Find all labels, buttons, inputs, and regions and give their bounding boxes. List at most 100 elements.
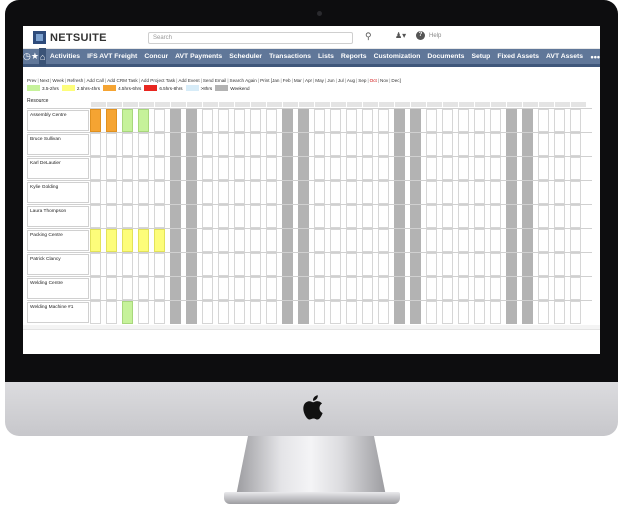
schedule-cell[interactable] — [202, 229, 213, 252]
schedule-cell[interactable] — [154, 205, 165, 228]
schedule-cell[interactable] — [426, 205, 437, 228]
day-header[interactable] — [362, 102, 378, 107]
schedule-cell[interactable] — [90, 133, 101, 156]
schedule-cell[interactable] — [314, 253, 325, 276]
schedule-cell[interactable] — [138, 301, 149, 324]
schedule-cell[interactable] — [362, 181, 373, 204]
schedule-cell[interactable] — [330, 109, 341, 132]
schedule-cell[interactable] — [346, 133, 357, 156]
schedule-cell[interactable] — [298, 109, 309, 132]
schedule-cell[interactable] — [154, 181, 165, 204]
toolbar-link[interactable]: Add Project Task — [141, 78, 175, 83]
schedule-cell[interactable] — [426, 229, 437, 252]
schedule-cell[interactable] — [426, 133, 437, 156]
day-header[interactable] — [538, 102, 554, 107]
schedule-cell[interactable] — [554, 301, 565, 324]
schedule-cell[interactable] — [490, 133, 501, 156]
schedule-cell[interactable] — [426, 253, 437, 276]
schedule-cell[interactable] — [474, 277, 485, 300]
schedule-cell[interactable] — [522, 205, 533, 228]
schedule-cell[interactable] — [570, 229, 581, 252]
nav-item[interactable]: IFS AVT Freight — [84, 53, 141, 60]
schedule-cell[interactable] — [106, 301, 117, 324]
schedule-cell[interactable] — [170, 301, 181, 324]
day-header[interactable] — [154, 102, 170, 107]
toolbar-link[interactable]: Send Email — [203, 78, 227, 83]
schedule-cell[interactable] — [218, 205, 229, 228]
schedule-cell[interactable] — [394, 157, 405, 180]
schedule-cell[interactable] — [410, 229, 421, 252]
day-header[interactable] — [490, 102, 506, 107]
nav-item[interactable]: AVT Payments — [172, 53, 226, 60]
schedule-cell[interactable] — [458, 133, 469, 156]
schedule-cell[interactable] — [458, 181, 469, 204]
schedule-cell[interactable] — [170, 181, 181, 204]
schedule-cell[interactable] — [138, 133, 149, 156]
schedule-cell[interactable] — [234, 181, 245, 204]
schedule-cell[interactable] — [426, 301, 437, 324]
resource-name[interactable]: Patrick Clancy — [27, 254, 89, 275]
day-header[interactable] — [234, 102, 250, 107]
schedule-cell[interactable] — [490, 229, 501, 252]
schedule-cell[interactable] — [282, 181, 293, 204]
schedule-cell[interactable] — [410, 205, 421, 228]
month-link[interactable]: Nov — [380, 78, 388, 83]
search-input[interactable]: Search — [148, 32, 353, 44]
schedule-cell[interactable] — [378, 133, 389, 156]
schedule-cell[interactable] — [282, 205, 293, 228]
schedule-cell[interactable] — [314, 133, 325, 156]
schedule-cell[interactable] — [266, 109, 277, 132]
schedule-cell[interactable] — [554, 109, 565, 132]
schedule-cell[interactable] — [394, 133, 405, 156]
month-link[interactable]: Mar — [294, 78, 302, 83]
schedule-cell[interactable] — [458, 301, 469, 324]
schedule-cell[interactable] — [378, 229, 389, 252]
schedule-cell[interactable] — [314, 205, 325, 228]
schedule-cell[interactable] — [362, 229, 373, 252]
nav-item[interactable]: Fixed Assets — [494, 53, 543, 60]
schedule-cell[interactable] — [186, 109, 197, 132]
schedule-cell[interactable] — [570, 301, 581, 324]
nav-item[interactable]: Reports — [337, 53, 370, 60]
schedule-cell[interactable] — [346, 229, 357, 252]
schedule-cell[interactable] — [394, 301, 405, 324]
day-header[interactable] — [522, 102, 538, 107]
schedule-cell[interactable] — [554, 133, 565, 156]
schedule-cell[interactable] — [234, 301, 245, 324]
day-header[interactable] — [570, 102, 586, 107]
nav-item[interactable]: Transactions — [266, 53, 315, 60]
day-header[interactable] — [346, 102, 362, 107]
schedule-cell[interactable] — [330, 205, 341, 228]
schedule-cell[interactable] — [138, 181, 149, 204]
schedule-cell[interactable] — [90, 253, 101, 276]
schedule-cell[interactable] — [506, 133, 517, 156]
schedule-cell[interactable] — [522, 157, 533, 180]
resource-name[interactable]: Packing Centre — [27, 230, 89, 251]
schedule-cell[interactable] — [170, 229, 181, 252]
schedule-cell[interactable] — [138, 157, 149, 180]
schedule-cell[interactable] — [122, 205, 133, 228]
schedule-cell[interactable] — [122, 157, 133, 180]
schedule-cell[interactable] — [266, 205, 277, 228]
schedule-cell[interactable] — [298, 253, 309, 276]
schedule-cell[interactable] — [410, 277, 421, 300]
schedule-cell[interactable] — [106, 181, 117, 204]
schedule-cell[interactable] — [522, 277, 533, 300]
schedule-cell[interactable] — [490, 205, 501, 228]
schedule-cell[interactable] — [266, 301, 277, 324]
schedule-cell[interactable] — [554, 229, 565, 252]
schedule-cell[interactable] — [202, 109, 213, 132]
schedule-cell[interactable] — [442, 109, 453, 132]
schedule-cell[interactable] — [554, 205, 565, 228]
schedule-cell[interactable] — [90, 205, 101, 228]
day-header[interactable] — [218, 102, 234, 107]
schedule-cell[interactable] — [490, 157, 501, 180]
schedule-cell[interactable] — [362, 205, 373, 228]
schedule-cell[interactable] — [410, 301, 421, 324]
schedule-cell[interactable] — [282, 301, 293, 324]
schedule-cell[interactable] — [490, 109, 501, 132]
schedule-cell[interactable] — [234, 277, 245, 300]
schedule-cell[interactable] — [474, 109, 485, 132]
month-link[interactable]: Apr — [305, 78, 312, 83]
day-header[interactable] — [250, 102, 266, 107]
